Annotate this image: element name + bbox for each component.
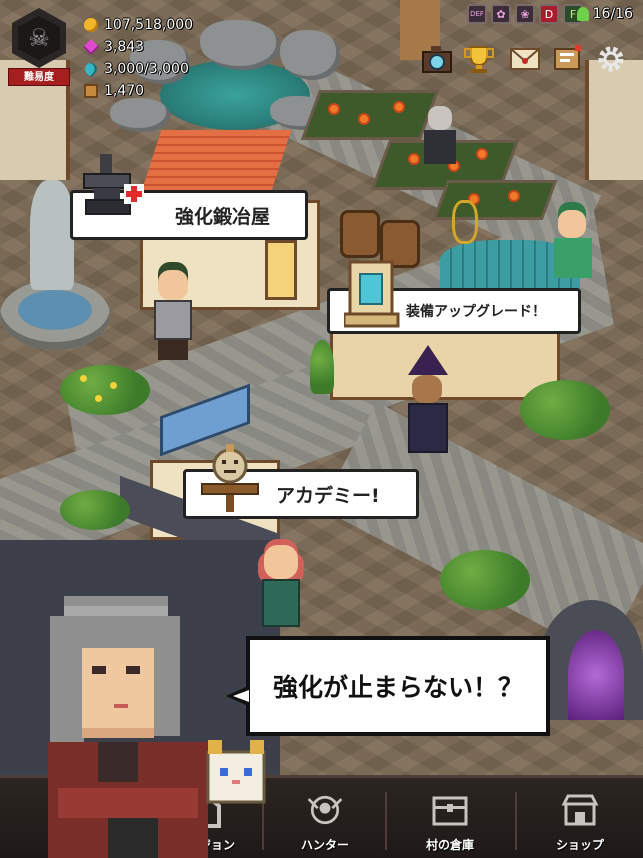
population-value: 16/16 (592, 6, 633, 22)
academy-bubble-label: アカデミー! (276, 484, 380, 507)
dialogue-bubble: 強化が止まらない！？ (226, 636, 550, 736)
difficulty-emblem[interactable]: ☠ 難易度 (8, 8, 70, 86)
nav-shop[interactable]: ショップ (525, 778, 635, 858)
flower (95, 395, 102, 402)
chest-icon (430, 790, 470, 830)
quest-button[interactable] (550, 42, 584, 76)
mail-icon (510, 48, 540, 70)
bush (310, 340, 334, 394)
bush (520, 380, 610, 440)
defense-buff-icon[interactable]: DEF (467, 4, 487, 24)
princess-npc[interactable] (256, 535, 306, 635)
fountain[interactable] (0, 180, 110, 350)
person-icon (576, 7, 589, 21)
gear-icon (598, 46, 624, 72)
nav-shop-label: ショップ (555, 838, 604, 852)
training-dummy-icon (196, 440, 262, 514)
dungeon-portal[interactable] (540, 600, 643, 720)
energy-counter: 3,000/3,000 (82, 58, 189, 80)
scroll-icon (342, 260, 402, 330)
anvil-plus-icon (78, 152, 148, 226)
flower (410, 155, 418, 163)
dark-npc[interactable] (420, 100, 460, 170)
blacksmith-door[interactable] (265, 240, 297, 300)
book-value: 1,470 (104, 83, 145, 99)
gem-counter: 3,843 (83, 36, 145, 58)
energy-value: 3,000/3,000 (104, 61, 189, 77)
gem-icon (83, 39, 99, 55)
flower (330, 105, 338, 113)
cat-pet (206, 740, 266, 804)
nav-hunter[interactable]: ハンター (270, 778, 380, 858)
quest-board-icon (554, 45, 581, 70)
shop-icon (560, 790, 600, 830)
settings-button[interactable] (594, 42, 628, 76)
character-portrait (38, 592, 266, 858)
flower (110, 382, 117, 389)
book-icon (84, 84, 98, 98)
blacksmith-npc[interactable] (148, 260, 198, 360)
population-counter: 16/16 (576, 6, 633, 22)
flower (478, 150, 486, 158)
camera-button[interactable] (420, 42, 454, 76)
bush (440, 550, 530, 610)
mail-button[interactable] (508, 42, 542, 76)
flower-buff-icon[interactable]: ❀ (515, 4, 535, 24)
barrel (340, 210, 380, 258)
upgrade-bubble-label: 装備アップグレード！ (406, 304, 546, 320)
bush (60, 365, 150, 415)
flower (80, 375, 87, 382)
green-hunter-npc[interactable] (548, 200, 598, 290)
d-buff-icon[interactable]: D (539, 4, 559, 24)
flower (395, 103, 403, 111)
gold-value: 107,518,000 (104, 17, 194, 33)
building-right[interactable] (585, 60, 643, 180)
lantern (452, 200, 478, 244)
gold-coin-icon (84, 18, 98, 32)
gem-value: 3,843 (104, 39, 145, 55)
flower (510, 192, 518, 200)
flower (360, 115, 368, 123)
gold-counter: 107,518,000 (84, 14, 193, 36)
flower-bed (300, 90, 440, 140)
nav-divider (515, 792, 517, 850)
energy-drop-icon (82, 60, 100, 78)
flower-buff-icon[interactable]: ✿ (491, 4, 511, 24)
nav-storage[interactable]: 村の倉庫 (395, 778, 505, 858)
dialogue-text: 強化が止まらない！？ (272, 673, 523, 702)
bush (60, 490, 130, 530)
blacksmith-bubble-label: 強化鍛冶屋 (175, 205, 271, 228)
witch-npc[interactable] (400, 345, 456, 465)
nav-hunter-label: ハンター (300, 838, 349, 852)
trophy-icon (464, 46, 494, 73)
trophy-button[interactable] (462, 42, 496, 76)
book-counter: 1,470 (84, 80, 144, 102)
camera-icon (422, 46, 452, 73)
status-icons: DEF ✿ ❀ D F (467, 4, 583, 24)
nav-storage-label: 村の倉庫 (425, 838, 474, 852)
difficulty-label: 難易度 (8, 68, 70, 86)
hunter-emblem-icon (305, 790, 345, 830)
nav-divider (385, 792, 387, 850)
